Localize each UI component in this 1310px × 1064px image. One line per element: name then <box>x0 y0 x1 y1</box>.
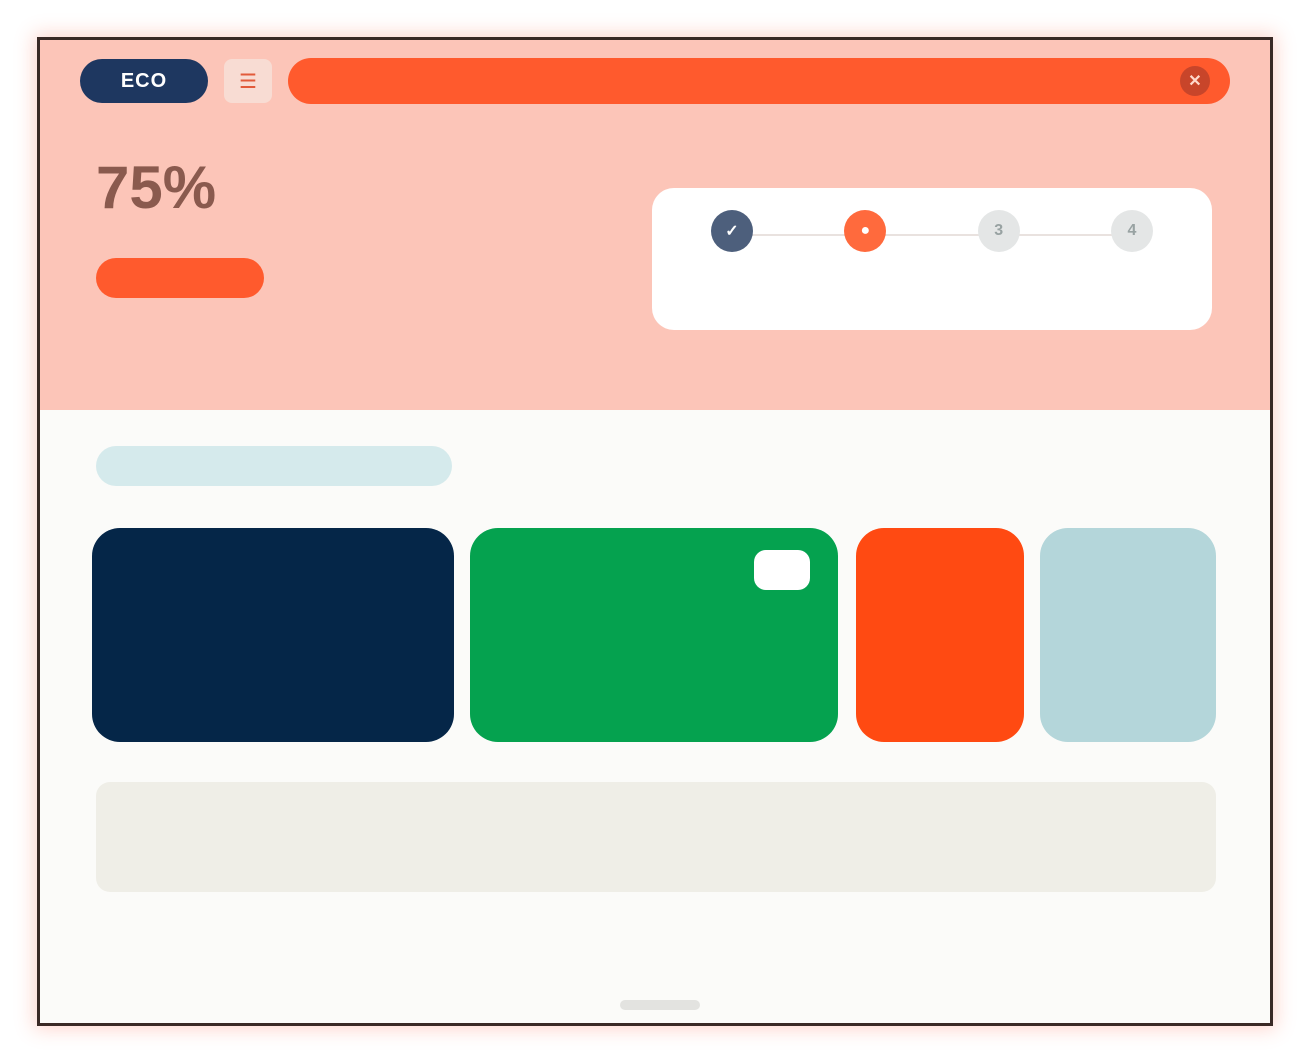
tab-3[interactable] <box>948 446 1098 486</box>
feature-card-navy[interactable] <box>92 528 454 742</box>
progress-card: ✓ ● 3 4 <box>652 188 1212 330</box>
stat-2 <box>376 833 656 841</box>
brand-logo[interactable]: ECO <box>80 59 208 103</box>
step-current-icon: ● <box>844 210 887 252</box>
hero-section: ECO ☰ ✕ 75% ✓ ● 3 4 <box>40 40 1270 410</box>
tab-2[interactable] <box>572 446 722 486</box>
step-1[interactable]: ✓ <box>684 210 780 264</box>
step-number: 3 <box>977 210 1020 252</box>
feature-card-orange[interactable] <box>856 528 1024 742</box>
step-3[interactable]: 3 <box>951 210 1047 264</box>
stat-1 <box>96 833 376 841</box>
table-row[interactable] <box>620 1000 700 1010</box>
step-check-icon: ✓ <box>711 210 753 252</box>
step-4[interactable]: 4 <box>1084 210 1180 264</box>
stats-bar <box>96 782 1216 892</box>
tab-bar <box>96 443 1216 489</box>
step-2[interactable]: ● <box>817 210 913 264</box>
top-bar: ECO ☰ ✕ <box>80 58 1230 104</box>
promo-banner[interactable]: ✕ <box>288 58 1230 104</box>
step-number: 4 <box>1110 210 1153 252</box>
menu-icon[interactable]: ☰ <box>224 59 272 103</box>
stat-4 <box>936 833 1216 841</box>
hero-summary: 75% <box>96 146 436 298</box>
feature-card-sky[interactable] <box>1040 528 1216 742</box>
tab-1[interactable] <box>96 446 452 486</box>
stat-3 <box>656 833 936 841</box>
hero-percent: 75% <box>96 154 217 221</box>
close-icon[interactable]: ✕ <box>1180 66 1210 96</box>
card-badge <box>754 550 810 590</box>
app-window: ECO ☰ ✕ 75% ✓ ● 3 4 <box>40 40 1270 1023</box>
hero-cta-button[interactable] <box>96 258 264 298</box>
feature-card-green[interactable] <box>470 528 838 742</box>
progress-steps: ✓ ● 3 4 <box>684 210 1180 264</box>
